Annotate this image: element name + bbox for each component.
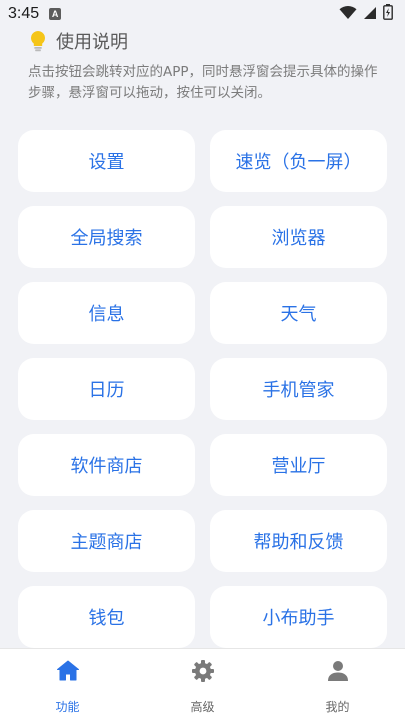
nav-tab-features[interactable]: 功能: [13, 649, 123, 715]
bottom-navigation: 功能 高级 我的: [0, 648, 405, 720]
help-feedback-button[interactable]: 帮助和反馈: [210, 510, 387, 572]
app-button-grid: 设置 速览（负一屏） 全局搜索 浏览器 信息 天气 日历 手机管家 软件商店 营…: [18, 130, 387, 648]
status-time: 3:45: [8, 5, 40, 22]
signal-icon: [363, 5, 377, 24]
weather-button[interactable]: 天气: [210, 282, 387, 344]
phone-manager-button[interactable]: 手机管家: [210, 358, 387, 420]
wallet-button[interactable]: 钱包: [18, 586, 195, 648]
nav-label-features: 功能: [55, 700, 80, 714]
lightbulb-icon: [28, 30, 48, 52]
browser-button[interactable]: 浏览器: [210, 206, 387, 268]
notification-app-icon: A: [49, 8, 62, 20]
instructions-description: 点击按钮会跳转对应的APP，同时悬浮窗会提示具体的操作步骤，悬浮窗可以拖动，按住…: [28, 64, 378, 101]
messages-button[interactable]: 信息: [18, 282, 195, 344]
theme-store-button[interactable]: 主题商店: [18, 510, 195, 572]
instructions-title: 使用说明: [56, 32, 128, 53]
battery-icon: [383, 4, 393, 24]
app-store-button[interactable]: 软件商店: [18, 434, 195, 496]
quick-view-button[interactable]: 速览（负一屏）: [210, 130, 387, 192]
instructions-header: 使用说明: [28, 28, 128, 54]
person-icon: [325, 658, 351, 688]
global-search-button[interactable]: 全局搜索: [18, 206, 195, 268]
nav-label-profile: 我的: [325, 700, 350, 714]
nav-tab-advanced[interactable]: 高级: [148, 649, 258, 715]
breeno-assistant-button[interactable]: 小布助手: [210, 586, 387, 648]
home-icon: [55, 658, 81, 688]
gear-icon: [190, 658, 216, 688]
nav-tab-profile[interactable]: 我的: [283, 649, 393, 715]
wifi-icon: [339, 5, 357, 24]
service-hall-button[interactable]: 营业厅: [210, 434, 387, 496]
status-bar: 3:45 A: [0, 0, 405, 28]
calendar-button[interactable]: 日历: [18, 358, 195, 420]
settings-button[interactable]: 设置: [18, 130, 195, 192]
nav-label-advanced: 高级: [190, 700, 215, 714]
